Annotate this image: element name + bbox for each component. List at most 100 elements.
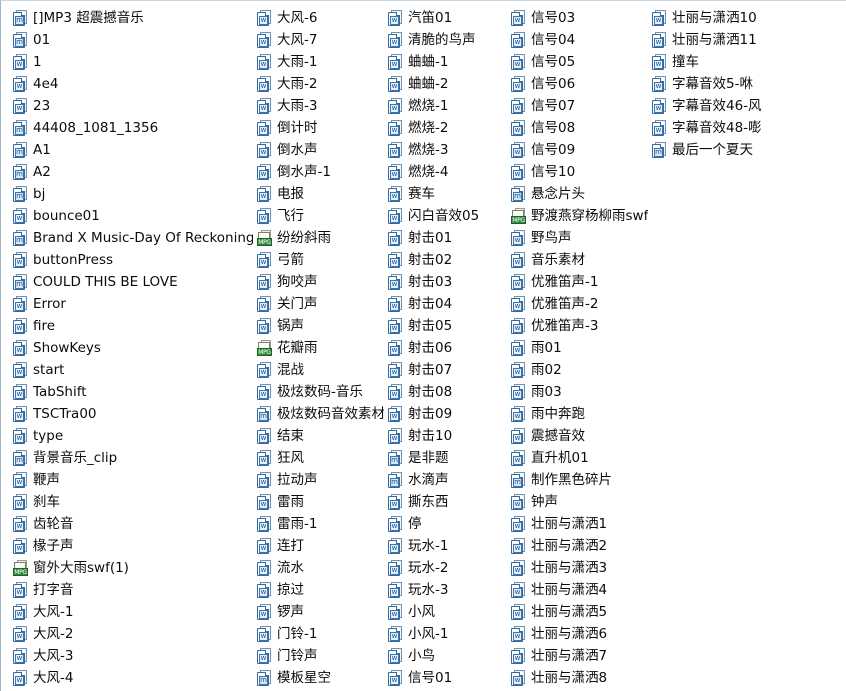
file-list-item[interactable]: m 是非题 (384, 447, 507, 469)
file-list-item[interactable]: w 射击06 (384, 337, 507, 359)
file-list-item[interactable]: w 信号03 (507, 7, 648, 29)
file-list-item[interactable]: w 玩水-3 (384, 579, 507, 601)
file-list-item[interactable]: w 壮丽与潇洒2 (507, 535, 648, 557)
file-list-item[interactable]: w 燃烧-4 (384, 161, 507, 183)
file-list-item[interactable]: w 流水 (253, 557, 384, 579)
file-list-item[interactable]: w 壮丽与潇洒11 (648, 29, 846, 51)
file-list-item[interactable]: w 信号06 (507, 73, 648, 95)
file-list-item[interactable]: w 关门声 (253, 293, 384, 315)
file-list-item[interactable]: w 倒水声-1 (253, 161, 384, 183)
file-list-item[interactable]: m 水滴声 (384, 469, 507, 491)
file-list-item[interactable]: w 齿轮音 (9, 513, 253, 535)
file-list-item[interactable]: w 字幕音效46-风 (648, 95, 846, 117)
file-list-item[interactable]: m 最后一个夏天 (648, 139, 846, 161)
file-list-item[interactable]: w 4e4 (9, 73, 253, 95)
file-list-item[interactable]: w 大风-1 (9, 601, 253, 623)
file-list-item[interactable]: w 大风-6 (253, 7, 384, 29)
file-list-item[interactable]: w 小风-1 (384, 623, 507, 645)
file-list-item[interactable]: w 雷雨-1 (253, 513, 384, 535)
file-list-item[interactable]: w1 (9, 51, 253, 73)
file-list-item[interactable]: m COULD THIS BE LOVE (9, 271, 253, 293)
file-list-item[interactable]: w 门铃声 (253, 645, 384, 667)
file-list-item[interactable]: w 直升机01 (507, 447, 648, 469)
file-list-item[interactable]: w 优雅笛声-2 (507, 293, 648, 315)
file-list-item[interactable]: m 极炫数码音效素材 (253, 403, 384, 425)
file-list-item[interactable]: w 蛐蛐-2 (384, 73, 507, 95)
file-list-item[interactable]: w 燃烧-3 (384, 139, 507, 161)
file-list-item[interactable]: w 23 (9, 95, 253, 117)
file-list-item[interactable]: w 优雅笛声-1 (507, 271, 648, 293)
file-list-item[interactable]: w 大风-2 (9, 623, 253, 645)
file-list-item[interactable]: w 锅声 (253, 315, 384, 337)
file-list-item[interactable]: w 射击04 (384, 293, 507, 315)
file-list-item[interactable]: m bj (9, 183, 253, 205)
file-list-item[interactable]: m 模板星空 (253, 667, 384, 689)
file-list-item[interactable]: w 玩水-1 (384, 535, 507, 557)
file-list-item[interactable]: w 打字音 (9, 579, 253, 601)
file-list-item[interactable]: w 门铃-1 (253, 623, 384, 645)
file-list-item[interactable]: w 信号08 (507, 117, 648, 139)
file-list-item[interactable]: m A1 (9, 139, 253, 161)
file-list-item[interactable]: w 雨中奔跑 (507, 403, 648, 425)
file-list-item[interactable]: w type (9, 425, 253, 447)
file-list-item[interactable]: w 壮丽与潇洒8 (507, 667, 648, 689)
file-list-item[interactable]: w 椽子声 (9, 535, 253, 557)
file-list-item[interactable]: w buttonPress (9, 249, 253, 271)
file-list-item[interactable]: w 信号10 (507, 161, 648, 183)
file-list-item[interactable]: w Error (9, 293, 253, 315)
file-list-item[interactable]: w 小风 (384, 601, 507, 623)
file-list-item[interactable]: w 壮丽与潇洒5 (507, 601, 648, 623)
file-list-item[interactable]: w 震撼音效 (507, 425, 648, 447)
file-list-item[interactable]: w 倒水声 (253, 139, 384, 161)
file-list-item[interactable]: w 刹车 (9, 491, 253, 513)
file-list-item[interactable]: w 电报 (253, 183, 384, 205)
file-list-item[interactable]: w 优雅笛声-3 (507, 315, 648, 337)
file-list-item[interactable]: w 汽笛01 (384, 7, 507, 29)
file-list-item[interactable]: w 锣声 (253, 601, 384, 623)
file-list-item[interactable]: w 掠过 (253, 579, 384, 601)
file-list-item[interactable]: w 连打 (253, 535, 384, 557)
file-list-item[interactable]: w 音乐素材 (507, 249, 648, 271)
file-list-item[interactable]: w bounce01 (9, 205, 253, 227)
file-list-item[interactable]: w 字幕音效5-咻 (648, 73, 846, 95)
file-list-item[interactable]: w 钟声 (507, 491, 648, 513)
file-list-item[interactable]: w 壮丽与潇洒3 (507, 557, 648, 579)
file-list-item[interactable]: w 闪白音效05 (384, 205, 507, 227)
file-list-item[interactable]: w ShowKeys (9, 337, 253, 359)
file-list-item[interactable]: w 射击09 (384, 403, 507, 425)
file-list-item[interactable]: w 射击10 (384, 425, 507, 447)
file-list-item[interactable]: w 大风-3 (9, 645, 253, 667)
file-list-view[interactable]: m []MP3 超震撼音乐 m 01 w 1 w 4e4 w 23 m 44408_1081_1356… (0, 0, 846, 691)
file-list-item[interactable]: w 清脆的鸟声 (384, 29, 507, 51)
file-list-item[interactable]: w 燃烧-2 (384, 117, 507, 139)
file-list-item[interactable]: w 玩水-2 (384, 557, 507, 579)
file-list-item[interactable]: m Brand X Music-Day Of Reckoning (9, 227, 253, 249)
file-list-item[interactable]: w 射击03 (384, 271, 507, 293)
file-list-item[interactable]: w 壮丽与潇洒10 (648, 7, 846, 29)
file-list-item[interactable]: w 信号01 (384, 667, 507, 689)
file-list-item[interactable]: w 蛐蛐-1 (384, 51, 507, 73)
file-list-item[interactable]: w 大风-4 (9, 667, 253, 689)
file-list-item[interactable]: m A2 (9, 161, 253, 183)
file-list-item[interactable]: w停 (384, 513, 507, 535)
file-list-item[interactable]: w TSCTra00 (9, 403, 253, 425)
file-list-item[interactable]: w 壮丽与潇洒7 (507, 645, 648, 667)
file-list-item[interactable]: w 撞车 (648, 51, 846, 73)
file-list-item[interactable]: w 狗咬声 (253, 271, 384, 293)
file-list-item[interactable]: w 结束 (253, 425, 384, 447)
file-list-item[interactable]: w 信号09 (507, 139, 648, 161)
file-list-item[interactable]: w 弓箭 (253, 249, 384, 271)
file-list-item[interactable]: w 射击05 (384, 315, 507, 337)
file-list-item[interactable]: w 壮丽与潇洒6 (507, 623, 648, 645)
file-list-item[interactable]: w 野鸟声 (507, 227, 648, 249)
file-list-item[interactable]: w 大雨-1 (253, 51, 384, 73)
file-list-item[interactable]: w TabShift (9, 381, 253, 403)
file-list-item[interactable]: w 大风-7 (253, 29, 384, 51)
file-list-item[interactable]: w 混战 (253, 359, 384, 381)
file-list-item[interactable]: w 信号07 (507, 95, 648, 117)
file-list-item[interactable]: w 拉动声 (253, 469, 384, 491)
file-list-item[interactable]: w 雨01 (507, 337, 648, 359)
file-list-item[interactable]: m 悬念片头 (507, 183, 648, 205)
file-list-item[interactable]: MPG 纷纷斜雨 (253, 227, 384, 249)
file-list-item[interactable]: w 燃烧-1 (384, 95, 507, 117)
